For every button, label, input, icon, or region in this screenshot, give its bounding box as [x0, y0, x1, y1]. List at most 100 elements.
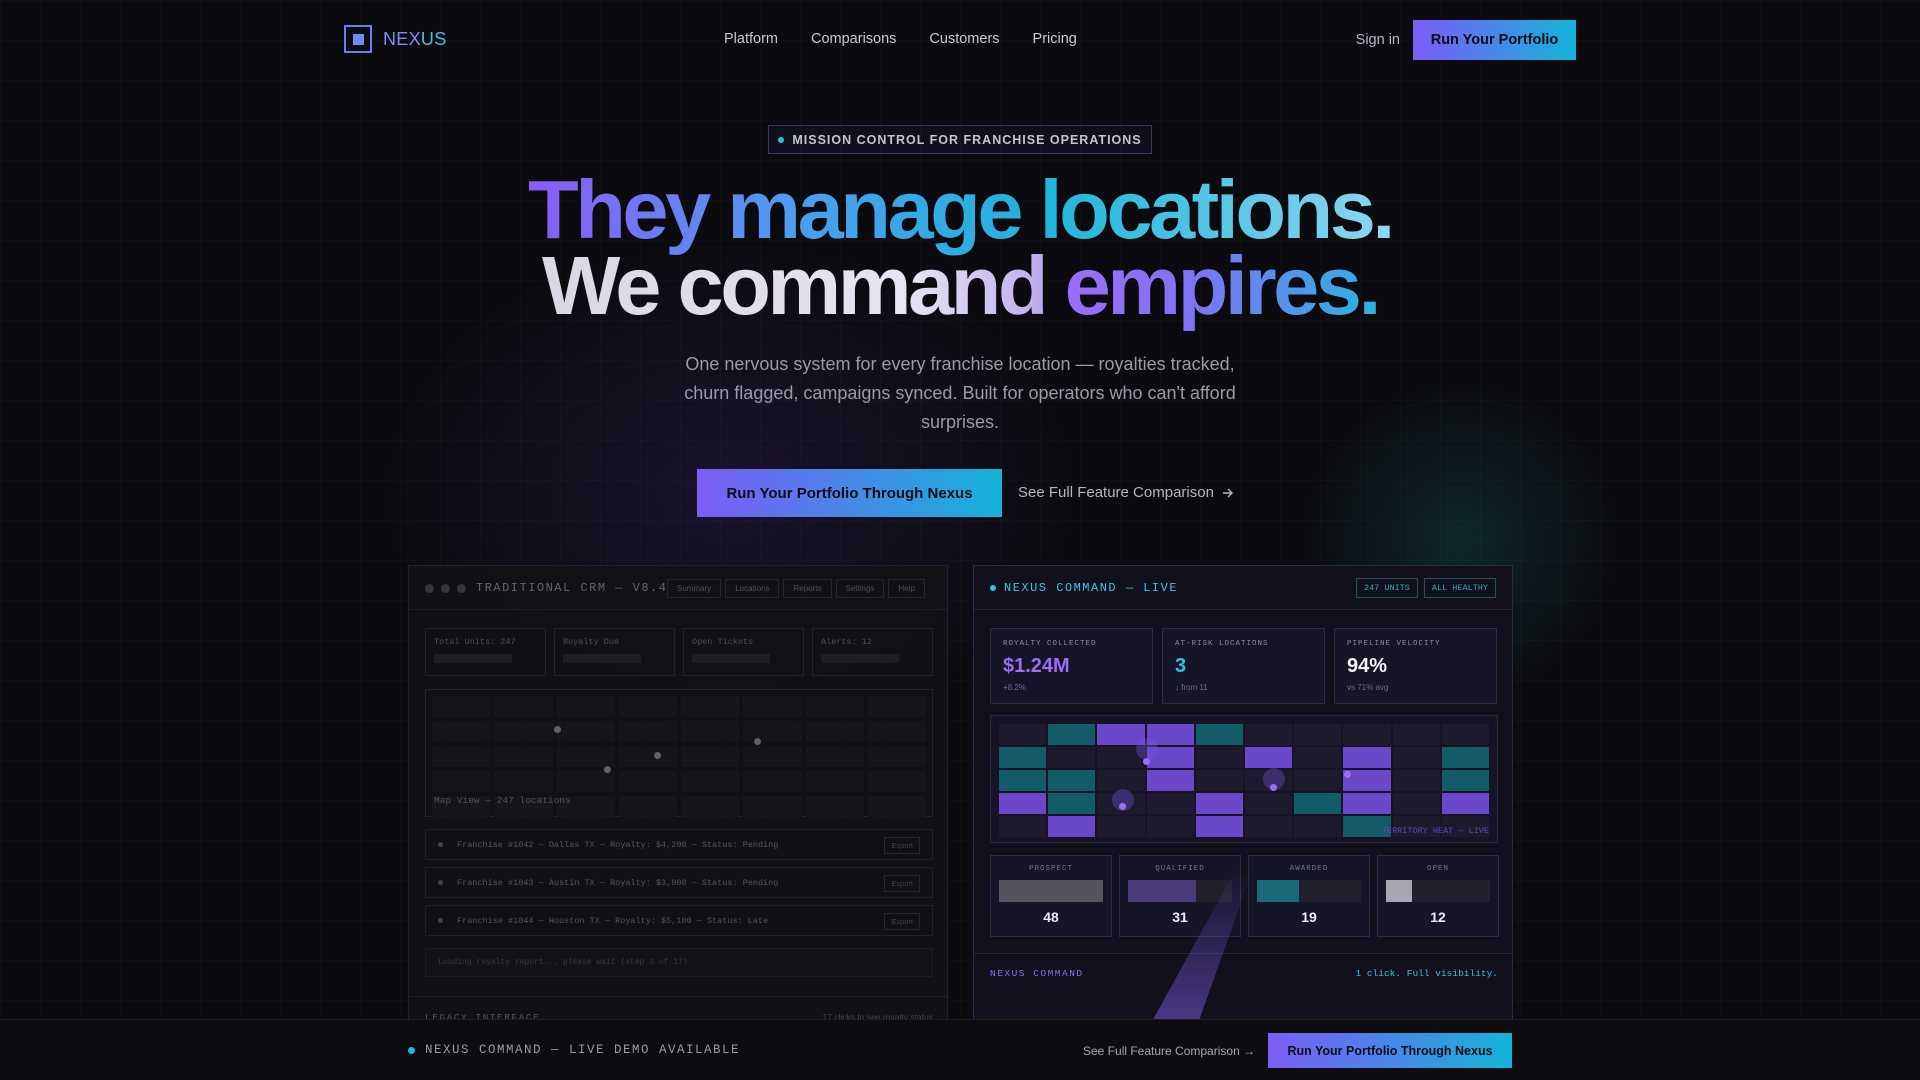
- grid-cell: [681, 746, 740, 767]
- heatmap-cell: [1343, 724, 1391, 745]
- sign-in-link[interactable]: Sign in: [1356, 32, 1400, 48]
- stat-value: 3: [1175, 655, 1187, 677]
- grid-cell: [743, 771, 802, 792]
- heatmap-cell: [1245, 724, 1293, 745]
- heatmap-cell: [1048, 747, 1096, 768]
- bottom-bar-text: NEXUS COMMAND — LIVE DEMO AVAILABLE: [425, 1043, 741, 1057]
- nexus-badges: 247 UNITS ALL HEALTHY: [1355, 578, 1496, 598]
- legacy-stat-label: Alerts: 12: [821, 637, 873, 647]
- grid-cell: [867, 746, 926, 767]
- grid-cell: [618, 696, 677, 717]
- logo-mark-icon: [344, 25, 372, 53]
- grid-cell: [805, 721, 864, 742]
- heatmap-cell: [1048, 770, 1096, 791]
- sticky-bottom-bar: NEXUS COMMAND — LIVE DEMO AVAILABLE See …: [0, 1019, 1920, 1080]
- nav-link-pricing[interactable]: Pricing: [1033, 31, 1077, 47]
- heatmap-cell: [1294, 816, 1342, 837]
- grid-cell: [556, 696, 615, 717]
- heatmap-cell: [1343, 793, 1391, 814]
- bottom-feature-comparison-link[interactable]: See Full Feature Comparison →: [1083, 1044, 1255, 1058]
- pipeline-cards: PROSPECT 48 QUALIFIED 31 AWARDED 19 OPEN…: [990, 855, 1499, 937]
- nav-cta-button[interactable]: Run Your Portfolio: [1413, 20, 1576, 60]
- list-item[interactable]: Franchise #1042 — Dallas TX — Royalty: $…: [425, 829, 933, 860]
- bottom-cta-button[interactable]: Run Your Portfolio Through Nexus: [1268, 1033, 1512, 1068]
- live-dot-icon: [990, 585, 996, 591]
- grid-cell: [494, 696, 553, 717]
- list-item[interactable]: Franchise #1044 — Houston TX — Royalty: …: [425, 905, 933, 936]
- map-marker-icon: [1119, 803, 1126, 810]
- legacy-panel-title: TRADITIONAL CRM — V8.4: [476, 581, 668, 595]
- map-marker-icon: [1270, 784, 1277, 791]
- nexus-stats: ROYALTY COLLECTED $1.24M +8.2% AT-RISK L…: [990, 628, 1497, 704]
- placeholder-bar: [563, 654, 641, 663]
- grid-cell: [681, 721, 740, 742]
- pipeline-value: 48: [1043, 909, 1059, 925]
- map-marker-icon: [604, 766, 611, 773]
- grid-cell: [618, 796, 677, 817]
- export-button[interactable]: Export: [884, 875, 920, 892]
- legacy-tab-summary[interactable]: Summary: [667, 579, 722, 598]
- heatmap-cell: [1294, 724, 1342, 745]
- legacy-tab-locations[interactable]: Locations: [725, 579, 780, 598]
- legacy-map: Map View — 247 locations: [425, 689, 933, 817]
- legacy-crm-panel: TRADITIONAL CRM — V8.4 Summary Locations…: [408, 565, 949, 1035]
- logo[interactable]: NEXUS: [344, 25, 447, 53]
- list-item[interactable]: Franchise #1043 — Austin TX — Royalty: $…: [425, 867, 933, 898]
- nav-link-comparisons[interactable]: Comparisons: [811, 31, 896, 47]
- nexus-footer-label: NEXUS COMMAND: [990, 968, 1084, 979]
- heatmap-cell: [1392, 793, 1440, 814]
- stat-sub: vs 71% avg: [1347, 683, 1389, 692]
- stat-at-risk-locations: AT-RISK LOCATIONS 3 ↓ from 11: [1162, 628, 1325, 704]
- grid-cell: [805, 796, 864, 817]
- nav-link-platform[interactable]: Platform: [724, 31, 778, 47]
- heatmap-cell: [1195, 793, 1243, 814]
- heatmap-cell: [999, 747, 1047, 768]
- grid-cell: [618, 771, 677, 792]
- heatmap-cell: [999, 793, 1047, 814]
- pipeline-label: QUALIFIED: [1155, 865, 1205, 873]
- list-item-text: Franchise #1044 — Houston TX — Royalty: …: [457, 915, 769, 926]
- nexus-panel-title: NEXUS COMMAND — LIVE: [990, 581, 1178, 595]
- background-grid: [0, 0, 1920, 1080]
- pipeline-label: OPEN: [1426, 865, 1449, 873]
- heatmap-cell: [1097, 816, 1145, 837]
- top-nav: NEXUS Platform Comparisons Customers Pri…: [344, 20, 1576, 60]
- pipeline-qualified: QUALIFIED 31: [1119, 855, 1241, 937]
- heatmap-cell: [1195, 724, 1243, 745]
- heatmap-cell: [1294, 747, 1342, 768]
- legacy-tabs: Summary Locations Reports Settings Help: [667, 579, 925, 598]
- status-dot-icon: [778, 136, 785, 143]
- grid-cell: [618, 721, 677, 742]
- grid-cell: [556, 746, 615, 767]
- grid-cell: [743, 796, 802, 817]
- hero-cta-button[interactable]: Run Your Portfolio Through Nexus: [697, 469, 1002, 517]
- grid-cell: [494, 721, 553, 742]
- pipeline-fill: [999, 880, 1103, 902]
- pipeline-track: [1386, 880, 1490, 902]
- arrow-right-icon: [1222, 488, 1233, 497]
- legacy-tab-help[interactable]: Help: [888, 579, 925, 598]
- legacy-list: Franchise #1042 — Dallas TX — Royalty: $…: [425, 829, 933, 943]
- map-marker-icon: [654, 752, 661, 759]
- export-button[interactable]: Export: [884, 913, 920, 930]
- heatmap-cell: [1294, 793, 1342, 814]
- grid-cell: [681, 796, 740, 817]
- export-button[interactable]: Export: [884, 837, 920, 854]
- grid-cell: [805, 746, 864, 767]
- heatmap-label: TERRITORY HEAT — LIVE: [1381, 826, 1489, 836]
- headline-line-2a: We command: [541, 239, 1065, 332]
- map-marker-icon: [1143, 758, 1150, 765]
- feature-comparison-link[interactable]: See Full Feature Comparison: [1018, 484, 1234, 501]
- nav-link-customers[interactable]: Customers: [929, 31, 999, 47]
- stat-sub: +8.2%: [1003, 683, 1026, 692]
- nav-links: Platform Comparisons Customers Pricing: [724, 31, 1077, 47]
- stat-pipeline-velocity: PIPELINE VELOCITY 94% vs 71% avg: [1334, 628, 1497, 704]
- legacy-stat-card: Total Units: 247: [425, 628, 546, 676]
- territory-heatmap[interactable]: TERRITORY HEAT — LIVE: [990, 715, 1498, 843]
- legacy-tab-reports[interactable]: Reports: [783, 579, 832, 598]
- grid-cell: [432, 696, 491, 717]
- heatmap-cell: [1245, 747, 1293, 768]
- heatmap-cell: [1343, 747, 1391, 768]
- legacy-tab-settings[interactable]: Settings: [835, 579, 885, 598]
- grid-cell: [805, 771, 864, 792]
